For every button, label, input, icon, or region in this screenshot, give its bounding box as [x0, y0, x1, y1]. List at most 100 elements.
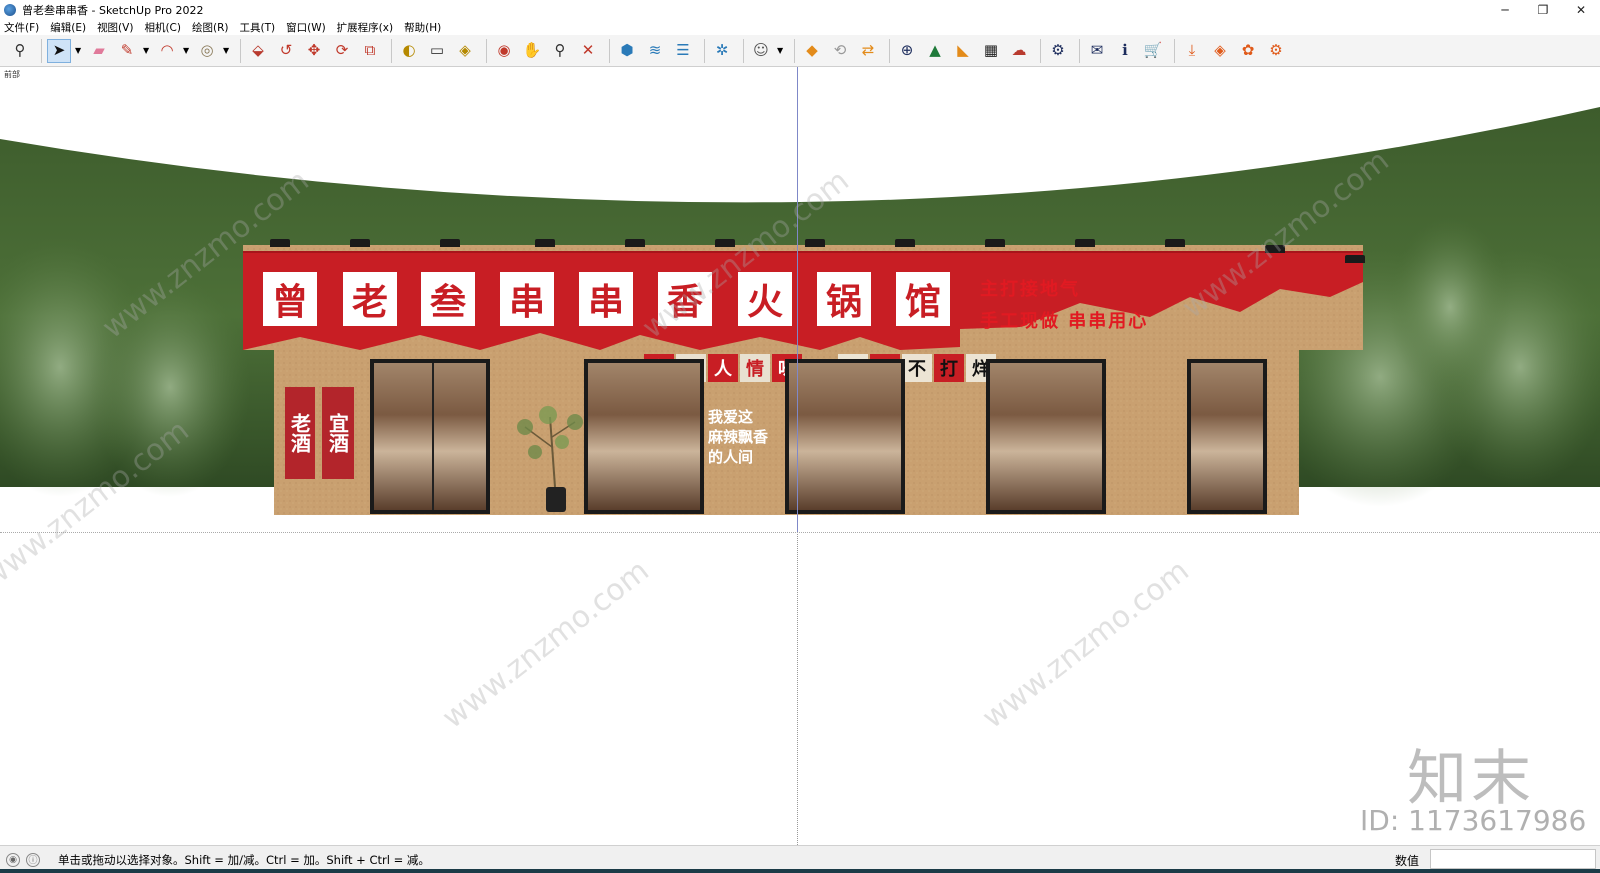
chevron-down-icon[interactable]: ▼	[777, 46, 785, 55]
paint-bucket-icon[interactable]: ◈	[453, 39, 477, 63]
layers-icon[interactable]: ☰	[671, 39, 695, 63]
import-download-icon[interactable]: ⤓	[1180, 39, 1204, 63]
cloud-upload-icon[interactable]: ☁	[1007, 39, 1031, 63]
vertical-board-right: 宜酒	[322, 387, 354, 479]
close-button[interactable]: ✕	[1562, 0, 1600, 20]
glass-window	[986, 359, 1106, 514]
zoom-extents-icon[interactable]: ✕	[576, 39, 600, 63]
warehouse-icon[interactable]: ⬢	[615, 39, 639, 63]
sign-character: 叁	[418, 269, 478, 329]
toolbar-separator	[41, 38, 42, 63]
circle-shape-icon[interactable]: ◎	[195, 39, 219, 63]
menu-edit[interactable]: 编辑(E)	[50, 20, 86, 35]
swap-arrows-icon[interactable]: ⇄	[856, 39, 880, 63]
wall-calligraphy-line: 我爱这	[708, 408, 754, 426]
extension-warehouse-icon[interactable]: ≋	[643, 39, 667, 63]
add-circle-icon[interactable]: ⊕	[895, 39, 919, 63]
toolbar-separator	[486, 38, 487, 63]
extension-manager-icon[interactable]: ✲	[710, 39, 734, 63]
scale-icon[interactable]: ⧉	[358, 39, 382, 63]
pan-hand-icon[interactable]: ✋	[520, 39, 544, 63]
toolbar-separator	[1079, 38, 1080, 63]
sign-character: 老	[340, 269, 400, 329]
select-arrow-icon[interactable]: ➤	[47, 38, 71, 63]
glass-door	[370, 359, 490, 514]
ground-axis-dotted	[0, 532, 1600, 533]
sign-character: 锅	[814, 269, 874, 329]
window-title: 曾老叁串串香 - SketchUp Pro 2022	[22, 4, 204, 17]
menu-camera[interactable]: 相机(C)	[144, 20, 181, 35]
toolbar-separator	[391, 38, 392, 63]
minimize-button[interactable]: ─	[1486, 0, 1524, 20]
sign-character: 曾	[260, 269, 320, 329]
menu-bar: 文件(F) 编辑(E) 视图(V) 相机(C) 绘图(R) 工具(T) 窗口(W…	[0, 19, 1600, 35]
text-label-icon[interactable]: ▭	[425, 39, 449, 63]
mail-icon[interactable]: ✉	[1085, 39, 1109, 63]
toolbar-separator	[794, 38, 795, 63]
stack-layers-icon[interactable]: ◈	[1208, 39, 1232, 63]
resource-id-watermark: ID: 1173617986	[1360, 804, 1587, 837]
sign-character: 串	[576, 269, 636, 329]
tape-measure-icon[interactable]: ◐	[397, 39, 421, 63]
plugin-cube-icon[interactable]: ◆	[800, 39, 824, 63]
orbit-icon[interactable]: ◉	[492, 39, 516, 63]
refresh-icon[interactable]: ⟲	[828, 39, 852, 63]
zoom-icon[interactable]: ⚲	[548, 39, 572, 63]
maximize-button[interactable]: ❐	[1524, 0, 1562, 20]
slogan-line-1: 主打接地气	[980, 279, 1080, 300]
mid-banner-char: 不	[902, 354, 932, 382]
axis-guide-dotted	[797, 532, 798, 845]
chevron-down-icon[interactable]: ▼	[183, 46, 191, 55]
menu-view[interactable]: 视图(V)	[97, 20, 133, 35]
checker-pattern-icon[interactable]: ▦	[979, 39, 1003, 63]
rotate-icon[interactable]: ⟳	[330, 39, 354, 63]
tree-cluster	[1390, 217, 1510, 397]
window-controls: ─ ❐ ✕	[1486, 0, 1600, 20]
menu-help[interactable]: 帮助(H)	[404, 20, 441, 35]
vertical-board-left: 老酒	[285, 387, 315, 479]
title-bar: 曾老叁串串香 - SketchUp Pro 2022 ─ ❐ ✕	[0, 0, 1600, 20]
spot-lamp	[1075, 239, 1095, 247]
menu-draw[interactable]: 绘图(R)	[192, 20, 229, 35]
move-icon[interactable]: ✥	[302, 39, 326, 63]
glass-window	[785, 359, 905, 514]
spot-lamp	[985, 239, 1005, 247]
toolbar-separator	[1174, 38, 1175, 63]
chevron-down-icon[interactable]: ▼	[75, 46, 83, 55]
taskbar-edge	[0, 869, 1600, 873]
menu-file[interactable]: 文件(F)	[4, 20, 39, 35]
toolbar-separator	[1040, 38, 1041, 63]
arc-icon[interactable]: ◠	[155, 39, 179, 63]
status-bar: ◉ ⓘ 单击或拖动以选择对象。Shift = 加/减。Ctrl = 加。Shif…	[0, 845, 1600, 873]
menu-tools[interactable]: 工具(T)	[239, 20, 275, 35]
roof-icon[interactable]: ◣	[951, 39, 975, 63]
measurements-input[interactable]	[1430, 849, 1596, 869]
settings-gear-icon[interactable]: ⚙	[1046, 39, 1070, 63]
mid-banner-char: 情	[740, 354, 770, 382]
puzzle-plugin-icon[interactable]: ✿	[1236, 39, 1260, 63]
zoom-magnifier-icon[interactable]: ⚲	[8, 39, 32, 63]
chevron-down-icon[interactable]: ▼	[223, 46, 231, 55]
shopping-cart-icon[interactable]: 🛒	[1141, 39, 1165, 63]
spot-lamp	[440, 239, 460, 247]
credits-info-icon[interactable]: ⓘ	[26, 852, 40, 867]
toolbar-separator	[743, 38, 744, 63]
pencil-line-icon[interactable]: ✎	[115, 39, 139, 63]
menu-window[interactable]: 窗口(W)	[286, 20, 326, 35]
menu-extensions[interactable]: 扩展程序(x)	[337, 20, 393, 35]
toolbar-separator	[240, 38, 241, 63]
toolbar-separator	[609, 38, 610, 63]
potted-plant	[517, 406, 583, 512]
sign-character: 馆	[893, 269, 953, 329]
chevron-down-icon[interactable]: ▼	[143, 46, 151, 55]
push-pull-icon[interactable]: ⬙	[246, 39, 270, 63]
model-viewport[interactable]: 前部 曾 老 叁 串 串 香 火 锅 馆 主打接地气 手工现做 串串用心 人 情…	[0, 67, 1600, 845]
user-account-icon[interactable]: ☺	[749, 39, 773, 63]
tree-component-icon[interactable]: ▲	[923, 39, 947, 63]
info-icon[interactable]: ℹ	[1113, 39, 1137, 63]
follow-me-icon[interactable]: ↺	[274, 39, 298, 63]
geo-location-icon[interactable]: ◉	[6, 852, 20, 867]
eraser-icon[interactable]: ▰	[87, 39, 111, 63]
mid-banner-char: 人	[708, 354, 738, 382]
gear-cog-icon[interactable]: ⚙	[1264, 39, 1288, 63]
